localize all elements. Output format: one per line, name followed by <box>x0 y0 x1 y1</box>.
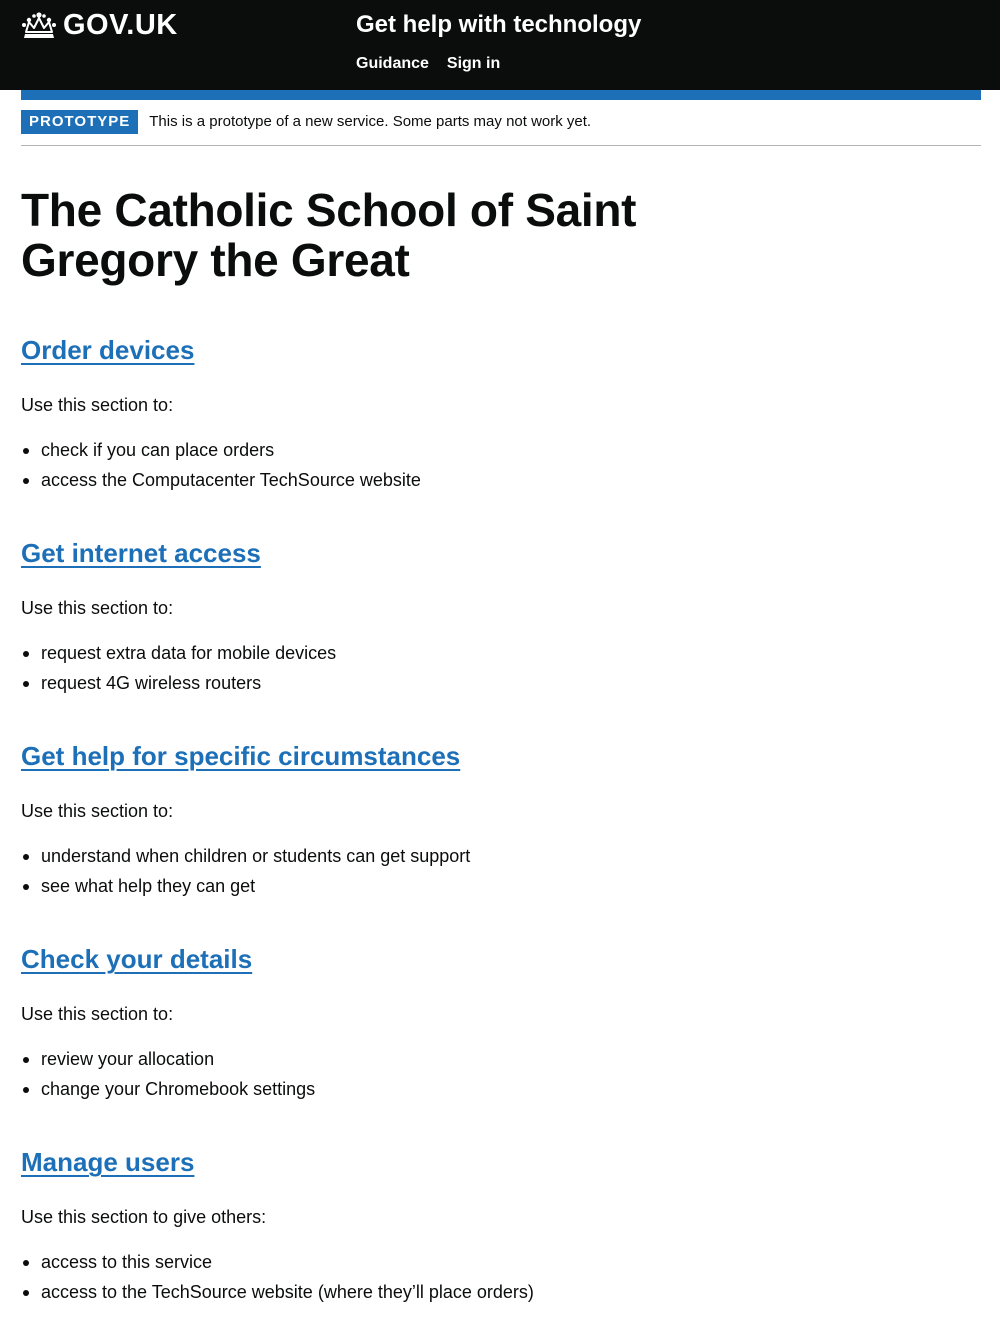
section-intro: Use this section to give others: <box>21 1207 267 1227</box>
check-your-details-link[interactable]: Check your details <box>21 944 252 974</box>
page-title: The Catholic School of Saint Gregory the… <box>21 184 637 286</box>
manage-users-link[interactable]: Manage users <box>21 1147 194 1177</box>
phase-tag: PROTOTYPE <box>21 109 139 134</box>
logo-text: GOV.UK <box>63 9 178 41</box>
section-list: understand when children or students can… <box>21 844 979 899</box>
section-intro: Use this section to: <box>21 801 174 821</box>
header-accent-bar <box>21 90 981 100</box>
get-internet-access-link[interactable]: Get internet access <box>21 538 261 568</box>
list-item: request extra data for mobile devices <box>21 641 979 666</box>
service-name-link[interactable]: Get help with technology <box>356 10 641 40</box>
nav-item-sign-in: Sign in <box>447 54 500 74</box>
nav-link-sign-in[interactable]: Sign in <box>447 55 500 72</box>
site-header: GOV.UK Get help with technology Guidance… <box>0 0 1000 90</box>
list-item: access to this service <box>21 1250 979 1275</box>
list-item: access the Computacenter TechSource webs… <box>21 468 979 493</box>
section-heading: Get help for specific circumstances <box>21 741 979 773</box>
list-item: see what help they can get <box>21 874 979 899</box>
section-heading: Get internet access <box>21 538 979 570</box>
section-heading: Check your details <box>21 944 979 976</box>
section-list: request extra data for mobile devices re… <box>21 641 979 696</box>
section-intro: Use this section to: <box>21 598 174 618</box>
list-item: change your Chromebook settings <box>21 1077 979 1102</box>
section-list: access to this service access to the Tec… <box>21 1250 979 1305</box>
list-item: request 4G wireless routers <box>21 671 979 696</box>
section-manage-users: Manage users Use this section to give ot… <box>21 1147 979 1305</box>
phase-banner-text: This is a prototype of a new service. So… <box>149 112 592 130</box>
section-intro: Use this section to: <box>21 1004 174 1024</box>
section-list: check if you can place orders access the… <box>21 438 979 493</box>
order-devices-link[interactable]: Order devices <box>21 335 194 365</box>
specific-circumstances-link[interactable]: Get help for specific circumstances <box>21 741 460 771</box>
list-item: understand when children or students can… <box>21 844 979 869</box>
section-heading: Manage users <box>21 1147 979 1179</box>
nav-item-guidance: Guidance <box>356 54 429 74</box>
govuk-logo-link[interactable]: GOV.UK <box>21 8 178 42</box>
main-content: The Catholic School of Saint Gregory the… <box>0 185 1000 1305</box>
list-item: check if you can place orders <box>21 438 979 463</box>
section-get-internet-access: Get internet access Use this section to:… <box>21 538 979 696</box>
section-intro: Use this section to: <box>21 395 174 415</box>
list-item: review your allocation <box>21 1047 979 1072</box>
section-specific-circumstances: Get help for specific circumstances Use … <box>21 741 979 899</box>
phase-banner: PROTOTYPE This is a prototype of a new s… <box>21 100 981 146</box>
crown-icon <box>22 12 56 38</box>
nav-link-guidance[interactable]: Guidance <box>356 55 429 72</box>
section-check-your-details: Check your details Use this section to: … <box>21 944 979 1102</box>
section-order-devices: Order devices Use this section to: check… <box>21 335 979 493</box>
section-heading: Order devices <box>21 335 979 367</box>
header-navigation: Guidance Sign in <box>356 54 500 74</box>
section-list: review your allocation change your Chrom… <box>21 1047 979 1102</box>
list-item: access to the TechSource website (where … <box>21 1280 979 1305</box>
